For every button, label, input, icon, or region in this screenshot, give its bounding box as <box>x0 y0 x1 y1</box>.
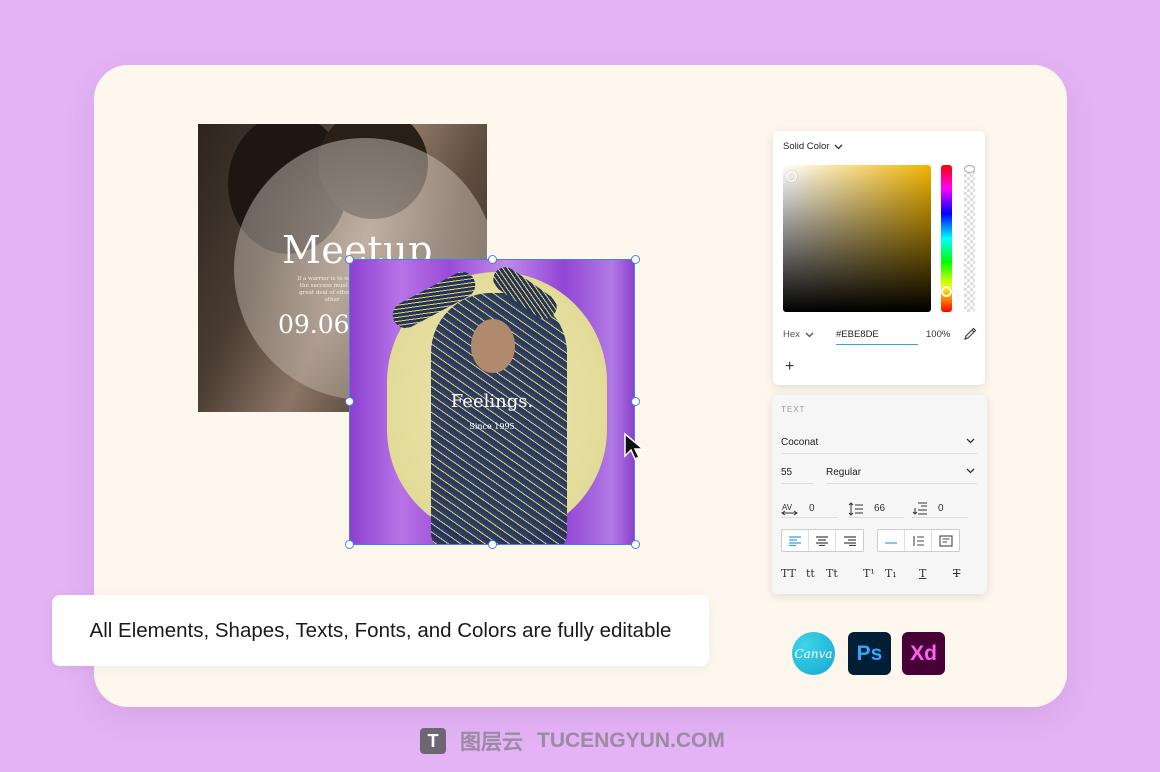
subscript-button[interactable]: T₁ <box>885 567 897 580</box>
resize-handle-left[interactable] <box>345 397 354 406</box>
line-height-field[interactable]: 66 <box>848 500 904 518</box>
alpha-knob[interactable] <box>964 165 975 173</box>
lowercase-button[interactable]: tt <box>806 567 815 580</box>
photoshop-icon: Ps <box>848 632 891 675</box>
watermark-cn: 图层云 <box>460 731 523 754</box>
strikethrough-button[interactable]: T <box>953 567 960 580</box>
vertical-align-middle-button[interactable] <box>905 530 932 551</box>
resize-handle-right[interactable] <box>631 397 640 406</box>
align-right-button[interactable] <box>836 530 863 551</box>
watermark-en: TUCENGYUN.COM <box>537 729 725 752</box>
svg-text:AV: AV <box>782 503 793 512</box>
eyedropper-icon[interactable] <box>963 327 977 344</box>
font-size-input[interactable]: 55 <box>781 465 814 484</box>
color-mode-label: Solid Color <box>783 141 830 152</box>
paragraph-spacing-icon <box>912 502 927 515</box>
panel-heading: TEXT <box>781 405 806 414</box>
vertical-align-top-button[interactable] <box>878 530 905 551</box>
vertical-align-middle-icon <box>913 535 924 546</box>
align-left-icon <box>789 535 801 546</box>
chevron-down-icon <box>835 144 843 149</box>
tracking-value: 0 <box>809 503 815 514</box>
resize-handle-top-left[interactable] <box>345 255 354 264</box>
resize-handle-bottom-left[interactable] <box>345 540 354 549</box>
align-right-icon <box>843 535 856 546</box>
text-box-button[interactable] <box>932 530 959 551</box>
uppercase-button[interactable]: TT <box>781 567 796 580</box>
saturation-value-area[interactable] <box>783 165 931 312</box>
adobe-xd-icon: Xd <box>902 632 945 675</box>
resize-handle-top-right[interactable] <box>631 255 640 264</box>
poster-date: 09.06. <box>278 310 358 339</box>
chevron-down-icon <box>805 332 814 337</box>
tracking-icon: AV <box>781 503 798 515</box>
text-properties-panel: TEXT Coconat 55 Regular AV 0 66 0 TT tt … <box>772 395 987 594</box>
watermark-logo: T <box>420 728 446 754</box>
chevron-down-icon <box>966 468 975 474</box>
align-left-button[interactable] <box>782 530 809 551</box>
align-center-button[interactable] <box>809 530 836 551</box>
canva-icon: Canva <box>792 632 835 675</box>
font-family-value: Coconat <box>781 437 819 448</box>
font-family-dropdown[interactable]: Coconat <box>781 435 977 454</box>
hex-input[interactable]: #EBE8DE <box>836 326 918 345</box>
selection-box[interactable] <box>349 259 635 545</box>
vertical-align-top-icon <box>885 541 897 544</box>
format-dropdown[interactable]: Hex <box>783 329 814 340</box>
line-height-icon <box>848 501 863 516</box>
superscript-button[interactable]: T¹ <box>863 567 875 580</box>
resize-handle-bottom[interactable] <box>488 540 497 549</box>
saturation-knob[interactable] <box>786 171 797 182</box>
text-box-icon <box>938 534 953 547</box>
line-height-value: 66 <box>874 503 886 514</box>
format-label: Hex <box>783 329 800 340</box>
mouse-pointer-icon <box>623 432 646 467</box>
align-center-icon <box>816 535 828 546</box>
color-mode-dropdown[interactable]: Solid Color <box>783 141 843 152</box>
feature-caption: All Elements, Shapes, Texts, Fonts, and … <box>52 595 709 666</box>
titlecase-button[interactable]: Tt <box>826 567 838 580</box>
vertical-align-group <box>877 529 960 552</box>
text-align-group <box>781 529 864 552</box>
font-weight-dropdown[interactable]: Regular <box>826 465 977 484</box>
resize-handle-top[interactable] <box>488 255 497 264</box>
hue-knob[interactable] <box>941 286 952 297</box>
hex-row: Hex #EBE8DE 100% <box>783 326 977 346</box>
watermark: T 图层云 TUCENGYUN.COM <box>420 727 725 755</box>
paragraph-spacing-field[interactable]: 0 <box>912 500 968 518</box>
chevron-down-icon <box>966 438 975 444</box>
font-size-value: 55 <box>781 467 793 478</box>
color-picker-panel: Solid Color Hex #EBE8DE 100% + <box>773 131 985 385</box>
font-weight-value: Regular <box>826 467 862 478</box>
text-case-row: TT tt Tt T¹ T₁ T T <box>781 567 977 583</box>
underline-button[interactable]: T <box>919 567 926 580</box>
paragraph-spacing-value: 0 <box>938 503 944 514</box>
hue-slider[interactable] <box>941 165 952 312</box>
tracking-field[interactable]: AV 0 <box>781 500 837 518</box>
opacity-input[interactable]: 100% <box>926 329 950 340</box>
add-color-button[interactable]: + <box>785 358 794 376</box>
resize-handle-bottom-right[interactable] <box>631 540 640 549</box>
alpha-slider[interactable] <box>964 165 975 312</box>
